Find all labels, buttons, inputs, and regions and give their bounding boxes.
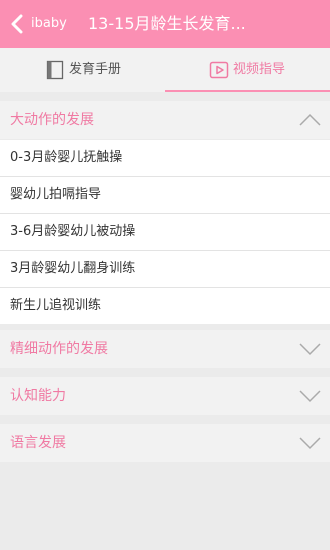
list-item[interactable]: 3月龄婴幼儿翻身训练 (0, 251, 330, 288)
page-title: 13-15月龄生长发育... (88, 14, 246, 33)
tab-bar: 发育手册 视频指导 (0, 48, 330, 92)
chevron-down-icon (299, 390, 321, 403)
tab-growth-manual[interactable]: 发育手册 (0, 48, 165, 92)
list-item[interactable]: 新生儿追视训练 (0, 288, 330, 324)
back-label: ibaby (31, 16, 67, 31)
list-item[interactable]: 3-6月龄婴幼儿被动操 (0, 214, 330, 251)
video-list: 0-3月龄婴儿抚触操 婴幼儿拍嗝指导 3-6月龄婴幼儿被动操 3月龄婴幼儿翻身训… (0, 140, 330, 324)
tab-video-guide[interactable]: 视频指导 (165, 48, 330, 92)
section-header-gross-motor[interactable]: 大动作的发展 (0, 101, 330, 139)
chevron-up-icon (299, 113, 321, 126)
section-header-language[interactable]: 语言发展 (0, 424, 330, 462)
section-header-cognitive[interactable]: 认知能力 (0, 377, 330, 415)
active-tab-indicator (165, 90, 330, 92)
list-item[interactable]: 婴幼儿拍嗝指导 (0, 177, 330, 214)
back-button[interactable]: ibaby (0, 0, 72, 48)
chevron-down-icon (299, 343, 321, 356)
section-title: 精细动作的发展 (10, 341, 108, 357)
book-icon (46, 60, 64, 80)
section-title: 语言发展 (10, 435, 66, 451)
section-title: 大动作的发展 (10, 112, 94, 128)
chevron-left-icon (11, 14, 23, 34)
app-screen: ibaby 13-15月龄生长发育... 发育手册 视频指导 大动作的发展 0-… (0, 0, 330, 550)
play-icon (209, 61, 229, 79)
list-item[interactable]: 0-3月龄婴儿抚触操 (0, 140, 330, 177)
tab-label: 视频指导 (233, 62, 286, 77)
section-header-fine-motor[interactable]: 精细动作的发展 (0, 330, 330, 368)
top-bar: ibaby 13-15月龄生长发育... (0, 0, 330, 48)
tab-label: 发育手册 (69, 62, 122, 77)
chevron-down-icon (299, 437, 321, 450)
section-title: 认知能力 (10, 388, 66, 404)
